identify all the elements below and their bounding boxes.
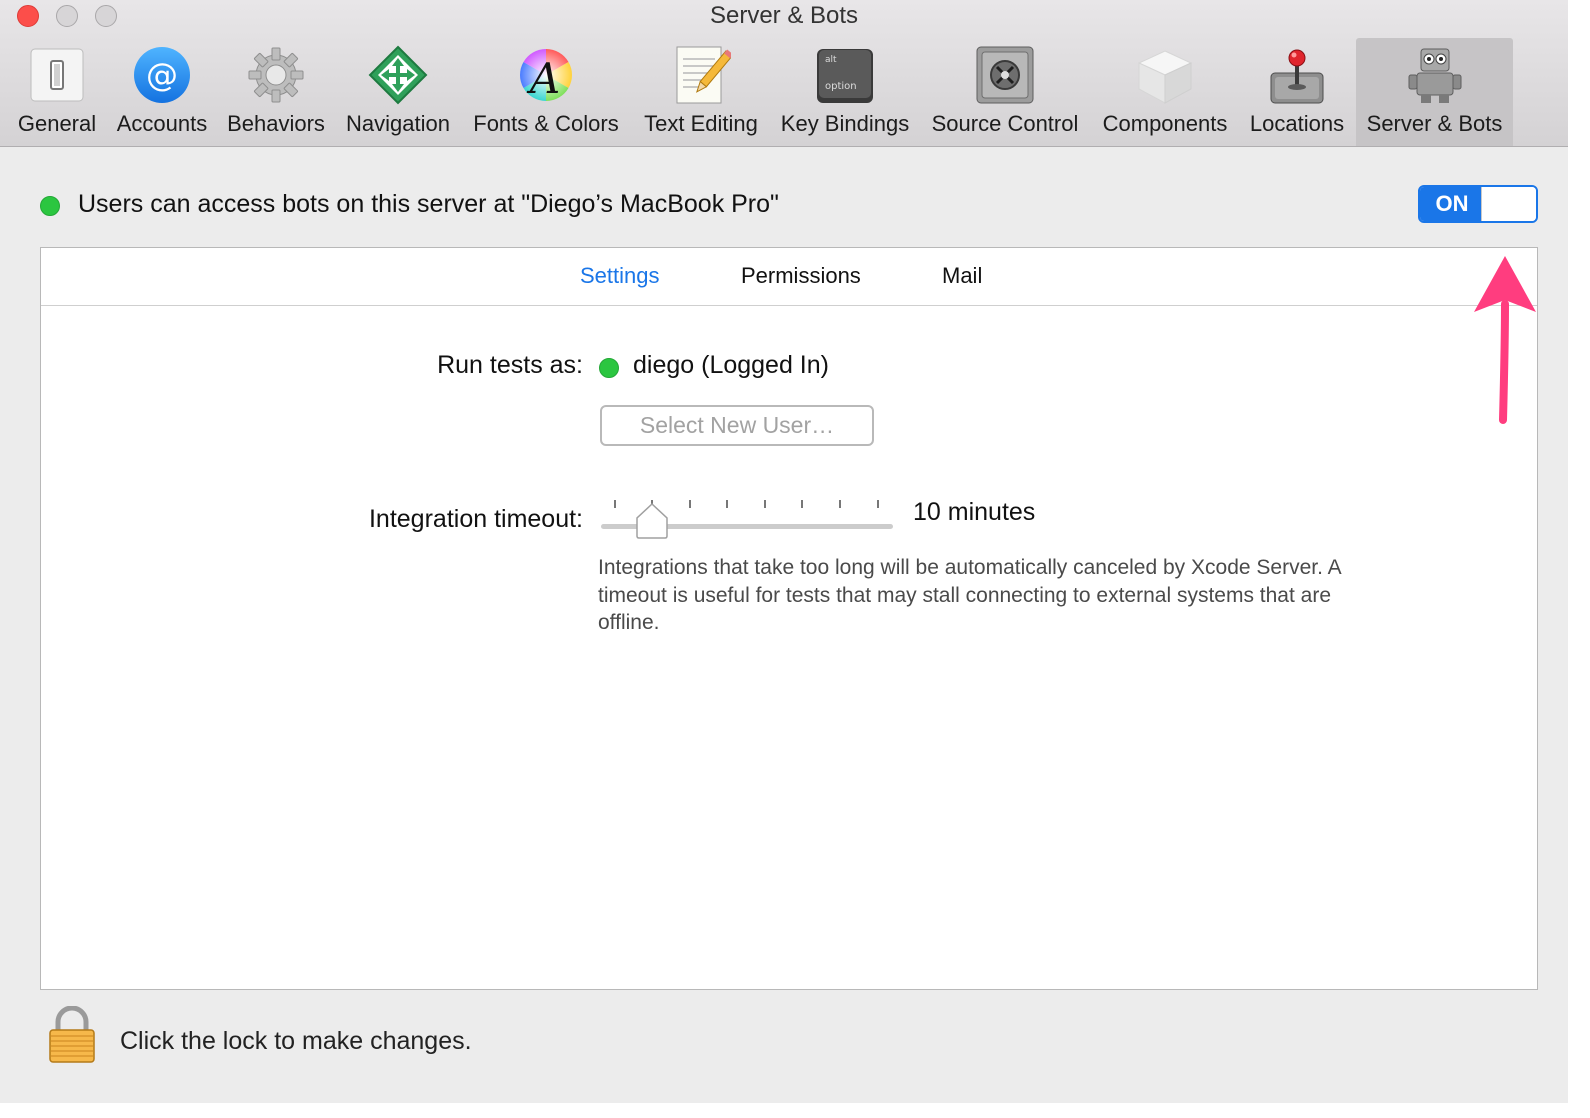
toolbar-item-locations[interactable]: Locations <box>1242 38 1352 146</box>
at-sign-icon: @ <box>134 47 190 103</box>
option-key-icon: alt option <box>817 49 873 103</box>
general-switch-icon <box>30 48 84 102</box>
svg-text:A: A <box>526 54 560 103</box>
slider-tick <box>689 500 691 508</box>
timeout-value: 10 minutes <box>913 498 1036 526</box>
toolbar-label: Source Control <box>931 111 1079 136</box>
toolbar-label: Fonts & Colors <box>473 111 619 136</box>
switch-on-label: ON <box>1420 187 1484 221</box>
toolbar-label: Components <box>1102 111 1228 136</box>
gear-icon <box>248 47 304 103</box>
joystick-drive-icon <box>1270 49 1324 104</box>
integration-timeout-slider[interactable] <box>599 496 899 546</box>
toolbar-label: Accounts <box>116 111 208 136</box>
toolbar-item-text-editing[interactable]: Text Editing <box>634 38 768 146</box>
server-status-text: Users can access bots on this server at … <box>78 190 779 218</box>
toolbar-item-general[interactable]: General <box>8 38 106 146</box>
tab-bar: Settings Permissions Mail <box>41 248 1537 306</box>
run-as-user-name: diego (Logged In) <box>633 351 829 379</box>
toolbar-item-components[interactable]: Components <box>1094 38 1236 146</box>
settings-panel: Settings Permissions Mail Run tests as: … <box>40 247 1538 990</box>
option-key-option-text: option <box>825 81 857 92</box>
slider-tick <box>764 500 766 508</box>
vault-icon <box>976 46 1034 104</box>
toolbar-label: Key Bindings <box>780 111 910 136</box>
annotation-arrow-icon <box>1474 256 1536 424</box>
svg-text:@: @ <box>146 56 178 94</box>
slider-knob[interactable] <box>635 502 669 540</box>
toolbar-label: Navigation <box>346 111 450 136</box>
robot-icon <box>1408 48 1461 103</box>
integration-timeout-label: Integration timeout: <box>368 505 583 533</box>
option-key-alt-text: alt <box>825 55 837 65</box>
preferences-window: Server & Bots General @ Accounts Behavio… <box>0 0 1568 1103</box>
toolbar-label: Text Editing <box>644 111 758 136</box>
toolbar-item-key-bindings[interactable]: alt option Key Bindings <box>774 38 916 146</box>
window-title: Server & Bots <box>709 2 859 29</box>
notepad-pencil-icon <box>676 46 731 104</box>
toolbar-item-fonts-colors[interactable]: A Fonts & Colors <box>464 38 628 146</box>
slider-tick <box>614 500 616 508</box>
toolbar-item-navigation[interactable]: Navigation <box>338 38 458 146</box>
toolbar-label: Server & Bots <box>1366 111 1503 136</box>
toolbar-label: General <box>17 111 97 136</box>
toolbar-item-behaviors[interactable]: Behaviors <box>218 38 334 146</box>
slider-tick <box>726 500 728 508</box>
select-new-user-button[interactable]: Select New User… <box>600 405 874 446</box>
switch-knob[interactable] <box>1481 187 1536 221</box>
slider-tick <box>801 500 803 508</box>
user-logged-in-dot-icon <box>599 358 619 378</box>
server-on-off-switch[interactable]: ON <box>1418 185 1538 223</box>
title-bar: Server & Bots General @ Accounts Behavio… <box>0 0 1568 147</box>
toolbar-label: Locations <box>1249 111 1345 136</box>
component-box-icon <box>1137 50 1193 104</box>
slider-tick <box>877 500 879 508</box>
lock-instructions-text: Click the lock to make changes. <box>120 1027 472 1055</box>
toolbar-label: Behaviors <box>227 111 325 136</box>
navigation-arrows-icon <box>368 45 428 105</box>
slider-tick <box>839 500 841 508</box>
tab-permissions[interactable]: Permissions <box>741 263 861 289</box>
lock-icon[interactable] <box>48 1006 96 1064</box>
run-tests-as-label: Run tests as: <box>437 351 583 379</box>
toolbar-item-source-control[interactable]: Source Control <box>922 38 1088 146</box>
tab-mail[interactable]: Mail <box>942 263 982 289</box>
toolbar-item-accounts[interactable]: @ Accounts <box>108 38 216 146</box>
font-color-wheel-icon: A <box>520 49 572 103</box>
tab-settings[interactable]: Settings <box>580 263 660 289</box>
status-green-dot-icon <box>40 196 60 216</box>
timeout-help-text: Integrations that take too long will be … <box>598 556 1341 634</box>
toolbar-item-server-bots[interactable]: Server & Bots <box>1356 38 1513 146</box>
